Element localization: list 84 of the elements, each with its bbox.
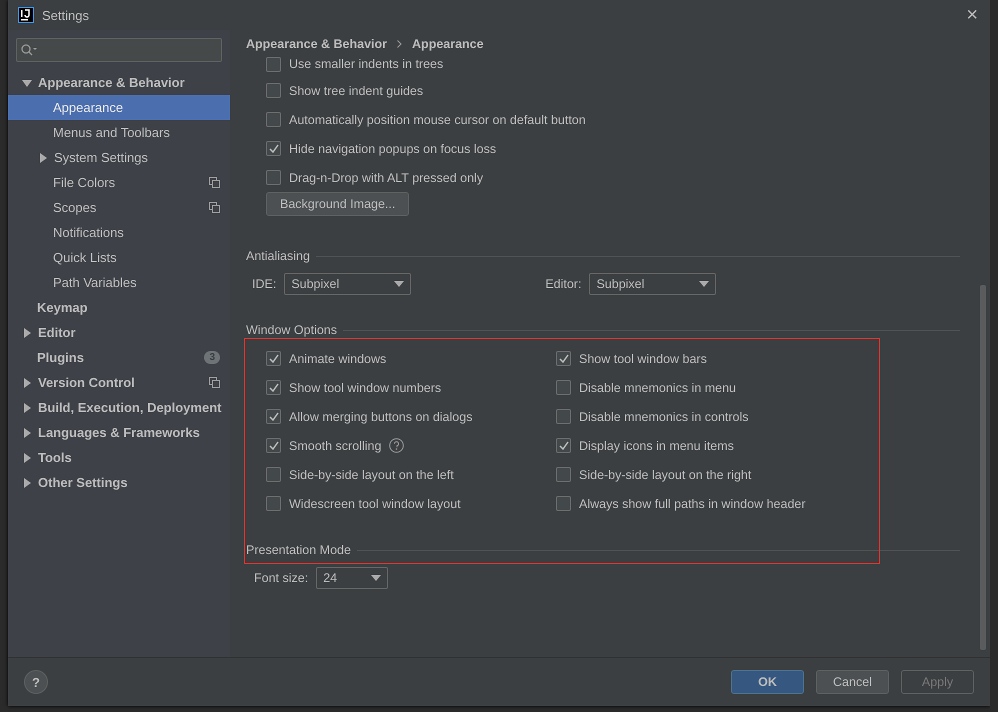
checkbox-label: Side-by-side layout on the right — [579, 468, 752, 482]
section-title: Window Options — [246, 323, 338, 337]
field-label: Editor: — [545, 277, 582, 291]
checkbox-label: Hide navigation popups on focus loss — [289, 142, 496, 156]
sidebar-item[interactable]: Quick Lists — [8, 245, 230, 270]
checkbox-label: Drag-n-Drop with ALT pressed only — [289, 170, 484, 184]
collapsed-arrow-icon[interactable] — [22, 452, 32, 462]
sidebar-item[interactable]: System Settings — [8, 145, 230, 170]
checkbox[interactable] — [266, 112, 281, 127]
collapsed-arrow-icon[interactable] — [22, 328, 32, 338]
collapsed-arrow-icon[interactable] — [22, 378, 32, 388]
sidebar-item[interactable]: Version Control — [8, 370, 230, 395]
dropdown[interactable]: Subpixel — [284, 273, 412, 295]
close-button[interactable]: × — [962, 4, 982, 26]
font-size-dropdown[interactable]: 24 — [316, 567, 388, 589]
checkbox[interactable] — [556, 409, 571, 424]
checkbox-label: Animate windows — [289, 352, 386, 366]
section-title: Antialiasing — [246, 249, 310, 263]
scrollbar-thumb[interactable] — [980, 285, 986, 650]
chevron-icon — [397, 40, 402, 48]
primary-button[interactable]: OK — [731, 670, 804, 694]
checkbox-label: Always show full paths in window header — [579, 496, 806, 510]
checkbox[interactable] — [556, 438, 571, 453]
dialog-button[interactable]: Cancel — [816, 670, 889, 694]
collapsed-arrow-icon[interactable] — [22, 428, 32, 438]
help-icon[interactable] — [389, 438, 404, 453]
checkbox[interactable] — [266, 141, 281, 156]
sidebar-item[interactable]: Menus and Toolbars — [8, 120, 230, 145]
sidebar-item[interactable]: Notifications — [8, 220, 230, 245]
checkbox[interactable] — [266, 496, 281, 511]
checkbox[interactable] — [266, 351, 281, 366]
checkbox[interactable] — [266, 83, 281, 98]
checkbox[interactable] — [556, 351, 571, 366]
checkbox[interactable] — [556, 380, 571, 395]
dropdown[interactable]: Subpixel — [589, 273, 716, 295]
sidebar-item[interactable]: Build, Execution, Deployment — [8, 395, 230, 420]
checkbox-label: Use smaller indents in trees — [289, 57, 444, 71]
help-button[interactable]: ? — [24, 670, 48, 694]
checkbox-label: Show tree indent guides — [289, 84, 424, 98]
field-label: Font size: — [254, 571, 308, 585]
breadcrumb-item: Appearance — [412, 37, 484, 51]
sidebar-item[interactable]: Keymap — [8, 295, 230, 320]
section-title: Presentation Mode — [246, 543, 351, 557]
caret-icon — [371, 575, 382, 581]
checkbox-label: Widescreen tool window layout — [289, 496, 461, 510]
checkbox[interactable] — [266, 170, 281, 185]
checkbox[interactable] — [266, 380, 281, 395]
collapsed-arrow-icon[interactable] — [22, 478, 32, 488]
collapsed-arrow-icon[interactable] — [22, 402, 32, 412]
sidebar-item[interactable]: Scopes — [8, 195, 230, 220]
checkbox-label: Automatically position mouse cursor on default button — [289, 112, 586, 126]
background-image-button[interactable]: Background Image... — [266, 192, 410, 216]
checkbox-label: Smooth scrolling — [289, 438, 382, 452]
sidebar-item[interactable]: Languages & Frameworks — [8, 420, 230, 445]
collapsed-arrow-icon[interactable] — [38, 152, 48, 162]
checkbox[interactable] — [266, 438, 281, 453]
field-label: IDE: — [252, 277, 276, 291]
window-title: Settings — [42, 8, 90, 22]
sidebar-item[interactable]: Appearance — [8, 95, 230, 120]
checkbox-label: Show tool window bars — [579, 352, 707, 366]
checkbox[interactable] — [266, 467, 281, 482]
search-icon — [21, 44, 37, 56]
checkbox-label: Disable mnemonics in controls — [579, 410, 749, 424]
caret-icon — [394, 281, 404, 287]
checkbox[interactable] — [266, 56, 281, 72]
app-logo-icon — [18, 7, 34, 23]
sidebar-item[interactable]: Tools — [8, 445, 230, 470]
breadcrumb-item: Appearance & Behavior — [246, 37, 388, 51]
sidebar-item[interactable]: Appearance & Behavior — [8, 70, 230, 95]
checkbox-label: Display icons in menu items — [579, 438, 734, 452]
checkbox-label: Side-by-side layout on the left — [289, 468, 454, 482]
sidebar-item[interactable]: File Colors — [8, 170, 230, 195]
caret-icon — [699, 281, 710, 287]
sidebar-item[interactable]: Editor — [8, 320, 230, 345]
checkbox-label: Disable mnemonics in menu — [579, 380, 736, 394]
checkbox[interactable] — [266, 409, 281, 424]
checkbox-label: Allow merging buttons on dialogs — [289, 410, 472, 424]
checkbox[interactable] — [556, 467, 571, 482]
checkbox[interactable] — [556, 496, 571, 511]
expanded-arrow-icon[interactable] — [22, 78, 32, 88]
checkbox-label: Show tool window numbers — [289, 380, 442, 394]
sidebar-item[interactable]: Other Settings — [8, 470, 230, 495]
search-field[interactable] — [16, 38, 222, 62]
sidebar-item[interactable]: Path Variables — [8, 270, 230, 295]
